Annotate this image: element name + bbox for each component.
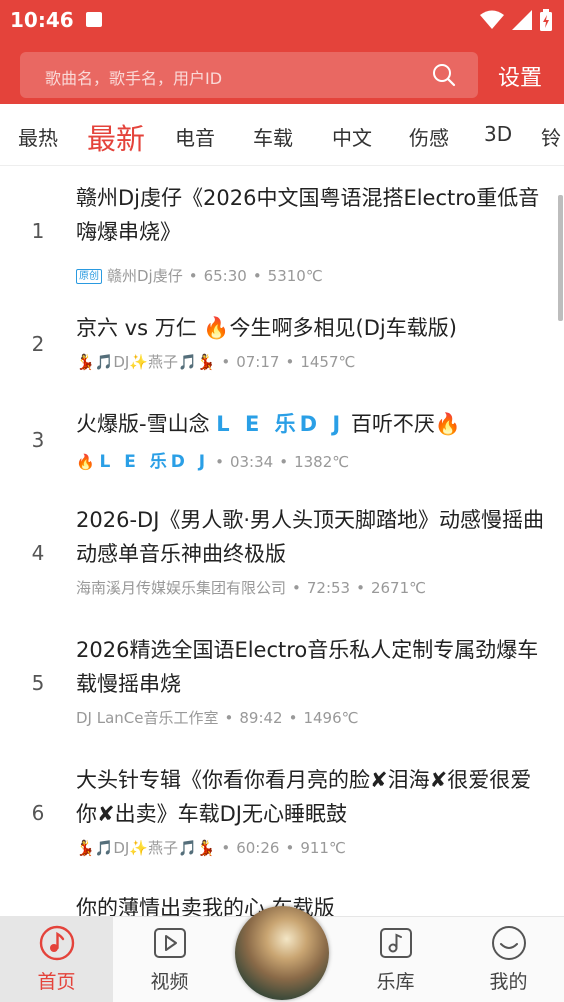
music-note-icon — [39, 925, 75, 961]
search-icon[interactable] — [432, 63, 456, 87]
music-library-icon — [380, 928, 412, 958]
song-rank: 2 — [31, 332, 45, 356]
scrollbar[interactable] — [558, 195, 563, 321]
list-item[interactable]: 1 赣州Dj虔仔《2026中文国粤语混搭Electro重低音嗨爆串烧》 原创 赣州… — [0, 179, 556, 297]
tab-sad[interactable]: 伤感 — [409, 122, 449, 151]
now-playing-disc[interactable] — [235, 906, 329, 1000]
song-title: 你的薄情出卖我的心 车载版 — [76, 896, 335, 917]
song-duration: 89:42 — [239, 709, 283, 727]
song-rank: 4 — [31, 541, 45, 565]
song-title: 京六 vs 万仁 🔥今生啊多相见(Dj车载版) — [76, 316, 457, 340]
list-item[interactable]: 3 火爆版-雪山念 L E 乐D J 百听不厌🔥 🔥 L E 乐D J • 03:3… — [0, 405, 556, 485]
profile-icon — [492, 926, 526, 960]
category-tabs: 最热 最新 电音 车载 中文 伤感 3D 铃 — [0, 104, 564, 166]
battery-icon — [540, 9, 552, 31]
song-meta: 原创 赣州Dj虔仔 • 65:30 • 5310℃ — [76, 265, 546, 286]
song-artist: 海南溪月传媒娱乐集团有限公司 — [76, 579, 287, 597]
video-icon — [154, 928, 186, 958]
nav-mine-label: 我的 — [489, 971, 528, 993]
song-artist: 💃🎵DJ✨燕子🎵💃 — [76, 839, 216, 857]
list-item[interactable]: 5 2026精选全国语Electro音乐私人定制专属劲爆车载慢摇串烧 DJ La… — [0, 631, 556, 749]
tab-latest[interactable]: 最新 — [87, 116, 145, 158]
nav-library[interactable]: 乐库 — [339, 917, 452, 1002]
song-heat: 2671℃ — [370, 579, 426, 597]
song-title: 2026-DJ《男人歌·男人头顶天脚踏地》动感慢摇曲动感单音乐神曲终极版 — [76, 508, 545, 566]
list-item[interactable]: 2 京六 vs 万仁 🔥今生啊多相见(Dj车载版) 💃🎵DJ✨燕子🎵💃 • 07:1… — [0, 309, 556, 389]
nav-video[interactable]: 视频 — [113, 917, 226, 1002]
nav-home[interactable]: 首页 — [0, 917, 113, 1002]
nav-video-label: 视频 — [150, 971, 189, 993]
list-item[interactable]: 4 2026-DJ《男人歌·男人头顶天脚踏地》动感慢摇曲动感单音乐神曲终极版 海… — [0, 501, 556, 619]
song-rank: 3 — [31, 428, 45, 452]
song-artist: 💃🎵DJ✨燕子🎵💃 — [76, 353, 216, 371]
song-meta: DJ LanCe音乐工作室 • 89:42 • 1496℃ — [76, 709, 359, 727]
song-heat: 1457℃ — [300, 353, 356, 371]
search-placeholder: 歌曲名，歌手名，用户ID — [45, 69, 223, 88]
list-item[interactable]: 6 大头针专辑《你看你看月亮的脸✘泪海✘很爱很爱你✘出卖》车载DJ无心睡眠鼓 💃… — [0, 761, 556, 879]
song-meta: 🔥 L E 乐D J • 03:34 • 1382℃ — [76, 452, 350, 472]
tab-electronic[interactable]: 电音 — [175, 122, 215, 151]
notification-icon — [86, 12, 102, 27]
song-duration: 72:53 — [306, 579, 351, 597]
app-root: 10:46 歌曲名，歌手名，用户ID 设置 最热 最新 电音 车载 中文 伤感 … — [0, 0, 564, 1002]
song-rank: 6 — [31, 801, 45, 825]
tab-3d[interactable]: 3D — [484, 122, 512, 146]
tab-car[interactable]: 车载 — [253, 122, 293, 151]
song-duration: 07:17 — [236, 353, 280, 371]
song-heat: 1382℃ — [294, 453, 350, 471]
status-time: 10:46 — [10, 8, 74, 32]
nav-home-label: 首页 — [37, 971, 76, 993]
nav-mine[interactable]: 我的 — [452, 917, 564, 1002]
song-meta: 💃🎵DJ✨燕子🎵💃 • 07:17 • 1457℃ — [76, 353, 356, 371]
song-title: 大头针专辑《你看你看月亮的脸✘泪海✘很爱很爱你✘出卖》车载DJ无心睡眠鼓 — [76, 768, 532, 826]
status-bar: 10:46 — [0, 0, 564, 40]
song-artist: DJ LanCe音乐工作室 — [76, 709, 219, 727]
song-title: 赣州Dj虔仔《2026中文国粤语混搭Electro重低音嗨爆串烧》 — [76, 186, 540, 244]
song-list: 1 赣州Dj虔仔《2026中文国粤语混搭Electro重低音嗨爆串烧》 原创 赣州… — [0, 167, 564, 917]
wifi-icon — [480, 10, 504, 29]
original-badge: 原创 — [76, 269, 102, 284]
nav-library-label: 乐库 — [376, 971, 415, 993]
tab-ringtone[interactable]: 铃 — [541, 122, 561, 151]
song-duration: 65:30 — [203, 267, 247, 285]
song-artist: 🔥 L E 乐D J — [76, 452, 210, 472]
song-rank: 5 — [31, 671, 45, 695]
song-title: 火爆版-雪山念 L E 乐D J 百听不厌🔥 — [76, 412, 462, 436]
song-meta: 💃🎵DJ✨燕子🎵💃 • 60:26 • 911℃ — [76, 839, 346, 857]
song-heat: 911℃ — [300, 839, 346, 857]
settings-button[interactable]: 设置 — [498, 60, 542, 92]
header-bar: 10:46 歌曲名，歌手名，用户ID 设置 — [0, 0, 564, 104]
song-heat: 1496℃ — [303, 709, 359, 727]
song-rank: 1 — [31, 219, 45, 243]
song-duration: 03:34 — [229, 453, 274, 471]
song-heat: 5310℃ — [267, 267, 323, 285]
signal-icon — [512, 10, 532, 30]
song-duration: 60:26 — [236, 839, 280, 857]
song-title: 2026精选全国语Electro音乐私人定制专属劲爆车载慢摇串烧 — [76, 638, 539, 696]
tab-hot[interactable]: 最热 — [18, 122, 58, 151]
song-artist: 赣州Dj虔仔 — [107, 267, 183, 285]
tab-chinese[interactable]: 中文 — [332, 122, 372, 151]
search-input[interactable]: 歌曲名，歌手名，用户ID — [20, 52, 478, 98]
song-meta: 海南溪月传媒娱乐集团有限公司 • 72:53 • 2671℃ — [76, 579, 426, 597]
